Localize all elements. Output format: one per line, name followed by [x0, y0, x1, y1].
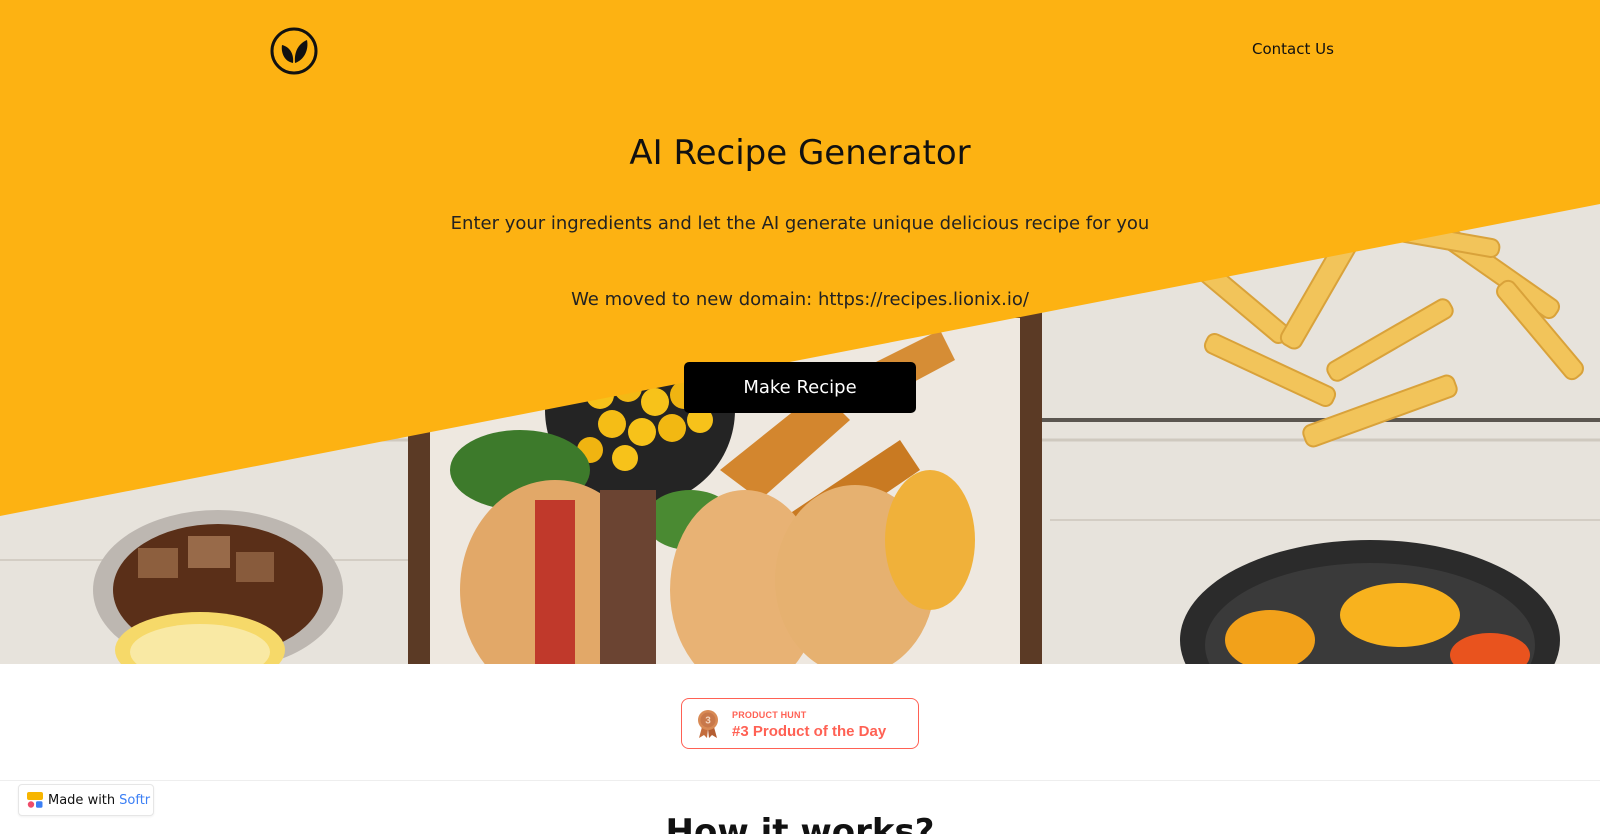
made-with-label: Made with	[48, 792, 116, 808]
contact-us-link[interactable]: Contact Us	[1252, 40, 1334, 58]
section-divider	[0, 780, 1600, 781]
domain-notice: We moved to new domain: https://recipes.…	[571, 289, 1029, 310]
page-title: AI Recipe Generator	[629, 133, 971, 173]
badge-rank-label: #3 Product of the Day	[732, 723, 887, 740]
hero-section: Contact Us AI Recipe Generator Enter you…	[0, 0, 1600, 664]
badge-source-label: PRODUCT HUNT	[732, 710, 807, 720]
softr-logo-icon	[27, 792, 43, 808]
hero-subtitle: Enter your ingredients and let the AI ge…	[450, 213, 1150, 234]
medal-icon: 3	[698, 710, 718, 738]
medal-number: 3	[705, 716, 711, 727]
softr-brand-label: Softr	[119, 792, 151, 808]
leaf-circle-icon[interactable]	[270, 27, 318, 75]
made-with-softr-badge[interactable]: Made with Softr	[18, 784, 154, 816]
make-recipe-button[interactable]: Make Recipe	[684, 362, 916, 413]
product-hunt-badge[interactable]: 3 PRODUCT HUNT #3 Product of the Day	[681, 698, 919, 749]
how-it-works-heading: How it works?	[665, 812, 935, 834]
